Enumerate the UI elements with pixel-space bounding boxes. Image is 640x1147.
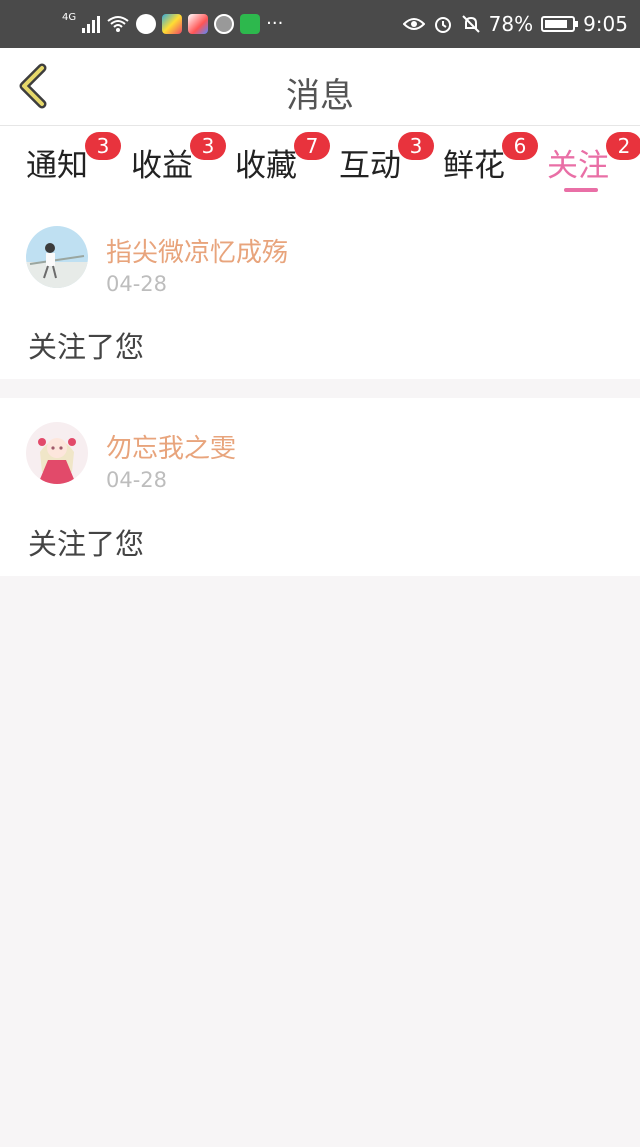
active-tab-indicator [564, 188, 598, 192]
tab-label: 鲜花 [443, 148, 505, 184]
app-icon-video [162, 14, 183, 34]
app-icon-camera [214, 14, 235, 34]
tab-notice[interactable]: 通知 3 [26, 132, 121, 185]
status-bar: 4G ··· 78% 9:05 [0, 0, 640, 48]
app-icon-send [136, 14, 157, 34]
page-title: 消息 [286, 76, 354, 116]
more-icon: ··· [266, 13, 284, 34]
timestamp: 04-28 [106, 272, 168, 296]
status-left: 4G ··· [62, 10, 283, 38]
app-icon-player [188, 14, 209, 34]
status-right: 78% 9:05 [402, 10, 628, 38]
username[interactable]: 勿忘我之雯 [106, 428, 236, 465]
message-text: 关注了您 [28, 330, 145, 364]
tab-flowers[interactable]: 鲜花 6 [443, 132, 538, 185]
notification-item[interactable]: 指尖微凉忆成殇 04-28 关注了您 [0, 198, 640, 379]
app-icon-green [240, 14, 261, 34]
unread-badge: 3 [190, 132, 226, 160]
network-type: 4G [62, 11, 77, 23]
header: 消息 [0, 48, 640, 126]
tab-label: 通知 [26, 148, 88, 184]
notification-item[interactable]: 勿忘我之雯 04-28 关注了您 [0, 398, 640, 576]
alarm-icon [434, 17, 451, 33]
eye-icon [402, 18, 425, 30]
timestamp: 04-28 [106, 468, 168, 492]
tab-favorites[interactable]: 收藏 7 [235, 132, 330, 185]
tab-label: 关注 [547, 148, 609, 184]
username[interactable]: 指尖微凉忆成殇 [106, 232, 288, 269]
unread-badge: 7 [294, 132, 330, 160]
tab-bar: 通知 3 收益 3 收藏 7 互动 3 鲜花 6 关注 2 [0, 126, 640, 198]
tab-label: 收藏 [235, 148, 297, 184]
message-text: 关注了您 [28, 527, 145, 561]
signal-icon [82, 15, 101, 33]
tab-interaction[interactable]: 互动 3 [339, 132, 434, 185]
tab-earnings[interactable]: 收益 3 [131, 132, 226, 185]
avatar[interactable] [26, 226, 88, 288]
wifi-icon [107, 16, 129, 32]
unread-badge: 2 [606, 132, 640, 160]
mute-bell-icon [461, 15, 480, 33]
battery-percent: 78% [488, 12, 534, 36]
unread-badge: 3 [85, 132, 121, 160]
tab-label: 互动 [339, 148, 401, 184]
battery-icon [541, 16, 579, 32]
tab-label: 收益 [131, 148, 193, 184]
unread-badge: 3 [398, 132, 434, 160]
clock: 9:05 [583, 12, 628, 36]
tab-follow[interactable]: 关注 2 [547, 132, 640, 185]
avatar[interactable] [26, 422, 88, 484]
unread-badge: 6 [502, 132, 538, 160]
